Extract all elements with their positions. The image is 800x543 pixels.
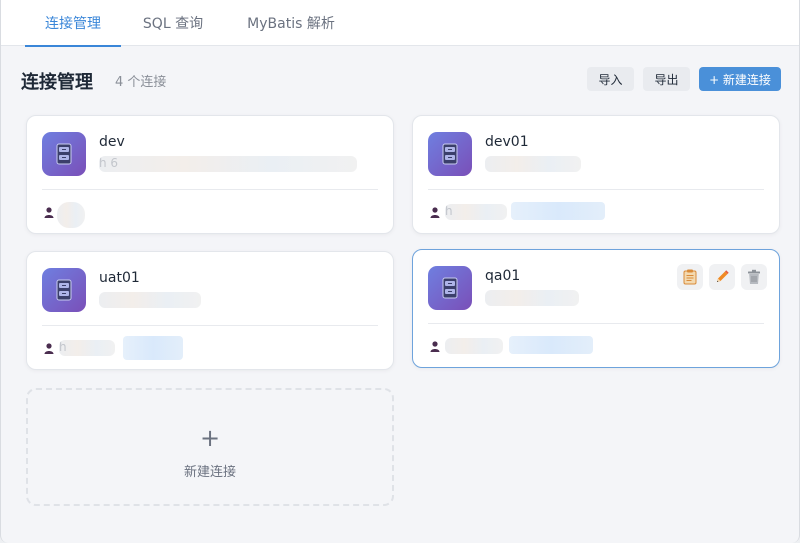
connection-name: qa01 — [485, 268, 521, 284]
copy-connection-button[interactable] — [677, 264, 703, 290]
connection-host — [99, 292, 201, 308]
user-icon — [44, 343, 54, 354]
import-button[interactable]: 导入 — [587, 67, 634, 91]
database-icon — [42, 132, 86, 176]
pencil-icon — [717, 270, 729, 282]
user-icon — [430, 341, 440, 352]
connection-card-dev[interactable]: dev h 6 — [26, 115, 394, 234]
connection-user: h — [59, 340, 115, 356]
edit-connection-button[interactable] — [709, 264, 735, 290]
connection-user — [57, 202, 85, 228]
add-connection-label: 新建连接 — [183, 465, 236, 480]
add-connection-card[interactable]: + 新建连接 — [26, 388, 394, 506]
database-icon — [42, 268, 86, 312]
new-connection-button[interactable]: + 新建连接 — [699, 67, 781, 91]
card-divider — [428, 189, 764, 190]
connection-host — [485, 156, 581, 172]
connection-card-dev01[interactable]: dev01 h — [412, 115, 780, 234]
tab-mybatis-parse[interactable]: MyBatis 解析 — [233, 0, 349, 46]
connection-card-qa01[interactable]: qa01 — [412, 249, 780, 368]
tab-bar: 连接管理 SQL 查询 MyBatis 解析 — [1, 0, 799, 47]
card-divider — [428, 323, 764, 324]
connection-count: 4 个连接 — [115, 75, 167, 90]
page-title: 连接管理 — [21, 72, 93, 93]
connection-manager-window: 连接管理 SQL 查询 MyBatis 解析 连接管理 4 个连接 导入 导出 … — [0, 0, 800, 543]
connection-host — [485, 290, 579, 306]
trash-icon — [748, 269, 760, 284]
database-icon — [428, 266, 472, 310]
connection-name: dev — [99, 134, 125, 150]
connection-host: h 6 — [99, 156, 357, 172]
connection-user-extra — [509, 336, 593, 354]
user-icon — [430, 207, 440, 218]
clipboard-icon — [683, 269, 697, 285]
plus-icon: + — [199, 424, 221, 452]
connection-user-extra — [123, 336, 183, 360]
connection-name: dev01 — [485, 134, 529, 150]
connection-user — [445, 338, 503, 354]
card-divider — [42, 325, 378, 326]
connection-card-uat01[interactable]: uat01 h — [26, 251, 394, 370]
database-icon — [428, 132, 472, 176]
card-divider — [42, 189, 378, 190]
export-button[interactable]: 导出 — [643, 67, 690, 91]
connection-user: h — [445, 204, 507, 220]
delete-connection-button[interactable] — [741, 264, 767, 290]
tab-sql-query[interactable]: SQL 查询 — [129, 0, 217, 46]
user-icon — [44, 207, 54, 218]
connection-name: uat01 — [99, 270, 140, 286]
connection-user-extra — [511, 202, 605, 220]
tab-connection-management[interactable]: 连接管理 — [25, 0, 121, 47]
